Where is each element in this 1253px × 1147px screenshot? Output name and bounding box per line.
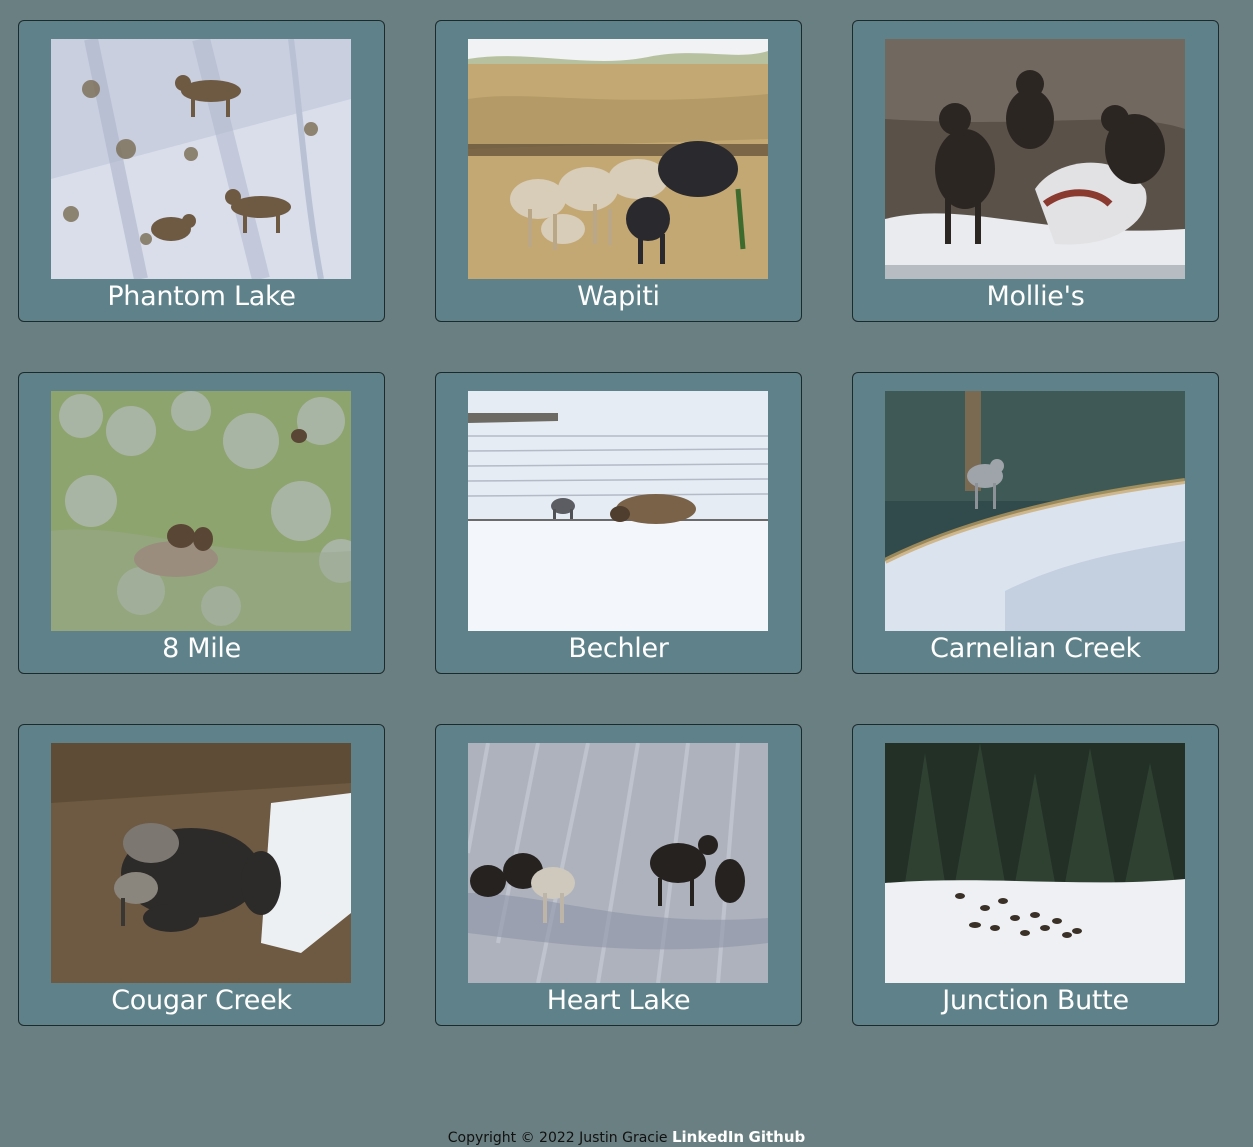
wolf-on-snowy-ridge-photo[interactable]: [885, 391, 1185, 631]
pack-card-mollies[interactable]: Mollie's: [852, 20, 1219, 322]
pack-name: Wapiti: [577, 281, 660, 312]
pack-name: Phantom Lake: [107, 281, 296, 312]
wolves-on-sage-hillside-photo[interactable]: [51, 391, 351, 631]
pack-name: Heart Lake: [546, 985, 691, 1016]
pack-card-cougar-creek[interactable]: Cougar Creek: [18, 724, 385, 1026]
linkedin-link[interactable]: LinkedIn: [672, 1128, 744, 1146]
huddled-wolf-pack-photo[interactable]: [51, 743, 351, 983]
wolf-and-bison-in-snow-photo[interactable]: [468, 391, 768, 631]
wolves-on-snow-field-photo[interactable]: [468, 743, 768, 983]
copyright-text: Copyright © 2022 Justin Gracie: [447, 1130, 668, 1146]
pack-running-by-forest-photo[interactable]: [885, 743, 1185, 983]
dark-wolves-snowy-carcass-photo[interactable]: [885, 39, 1185, 279]
pack-name: Carnelian Creek: [930, 633, 1141, 664]
wolf-pack-on-grass-photo[interactable]: [468, 39, 768, 279]
pack-name: Mollie's: [986, 281, 1085, 312]
pack-name: Cougar Creek: [111, 985, 292, 1016]
github-link[interactable]: Github: [749, 1128, 806, 1146]
pack-card-junction-butte[interactable]: Junction Butte: [852, 724, 1219, 1026]
pack-name: 8 Mile: [162, 633, 241, 664]
pack-card-bechler[interactable]: Bechler: [435, 372, 802, 674]
pack-name: Bechler: [568, 633, 669, 664]
pack-card-phantom-lake[interactable]: Phantom Lake: [18, 20, 385, 322]
pack-card-wapiti[interactable]: Wapiti: [435, 20, 802, 322]
pack-grid: Phantom Lake Wapiti Mollie's 8 Mile Bech…: [18, 20, 1219, 1026]
pack-name: Junction Butte: [942, 985, 1129, 1016]
pack-card-carnelian-creek[interactable]: Carnelian Creek: [852, 372, 1219, 674]
pack-card-heart-lake[interactable]: Heart Lake: [435, 724, 802, 1026]
wolves-on-snowy-slope-photo[interactable]: [51, 39, 351, 279]
pack-card-8-mile[interactable]: 8 Mile: [18, 372, 385, 674]
footer: Copyright © 2022 Justin Gracie LinkedIn …: [0, 1128, 1253, 1147]
